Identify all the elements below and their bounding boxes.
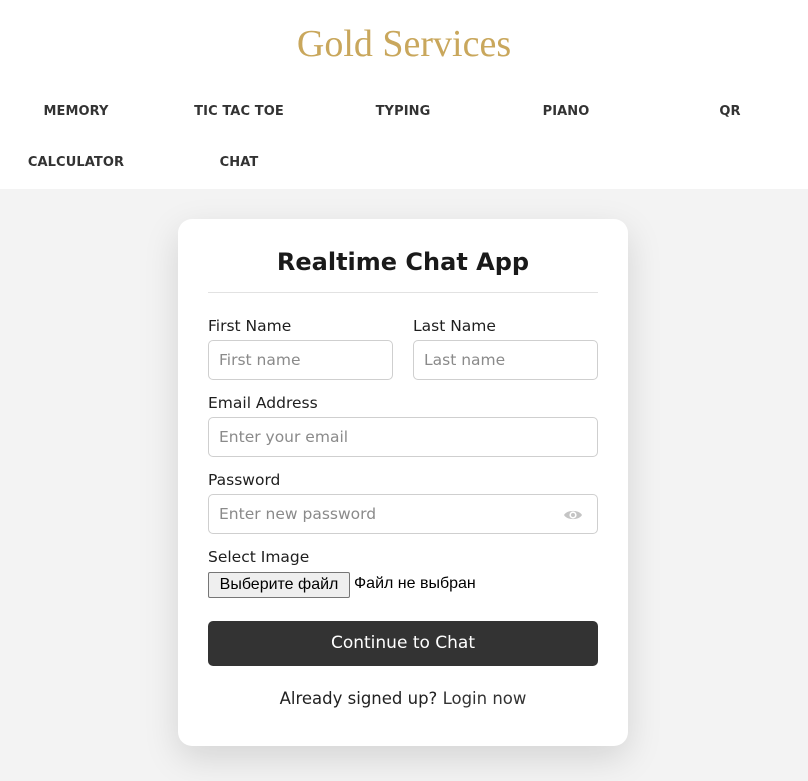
nav-item-chat[interactable]: CHAT [164, 154, 314, 172]
password-input[interactable] [208, 494, 598, 534]
select-image-label: Select Image [208, 548, 310, 566]
nav-item-typing[interactable]: TYPING [328, 103, 478, 121]
eye-icon[interactable] [563, 505, 583, 525]
choose-file-button[interactable]: Выберите файл [208, 572, 350, 598]
form-title: Realtime Chat App [276, 248, 530, 276]
nav-item-piano[interactable]: PIANO [491, 103, 641, 121]
first-name-label: First Name [208, 317, 292, 335]
email-label: Email Address [208, 394, 318, 412]
nav-item-memory[interactable]: MEMORY [1, 103, 151, 121]
first-name-input[interactable] [208, 340, 393, 380]
last-name-label: Last Name [413, 317, 496, 335]
password-label: Password [208, 471, 281, 489]
continue-to-chat-button[interactable]: Continue to Chat [208, 621, 598, 666]
last-name-input[interactable] [413, 340, 598, 380]
login-prompt-text: Already signed up? [279, 689, 438, 708]
nav-item-qr[interactable]: QR [655, 103, 805, 121]
nav-item-tic-tac-toe[interactable]: TIC TAC TOE [164, 103, 314, 121]
login-prompt: Already signed up? Login now [178, 688, 628, 710]
nav-item-calculator[interactable]: CALCULATOR [1, 154, 151, 172]
email-input[interactable] [208, 417, 598, 457]
brand-title[interactable]: Gold Services [0, 22, 808, 66]
signup-card: Realtime Chat App First Name Last Name E… [178, 219, 628, 746]
file-status-text: Файл не выбран [354, 575, 476, 592]
login-now-link[interactable]: Login now [443, 689, 527, 708]
site-header: Gold Services MEMORY TIC TAC TOE TYPING … [0, 0, 808, 189]
title-divider [208, 292, 598, 293]
